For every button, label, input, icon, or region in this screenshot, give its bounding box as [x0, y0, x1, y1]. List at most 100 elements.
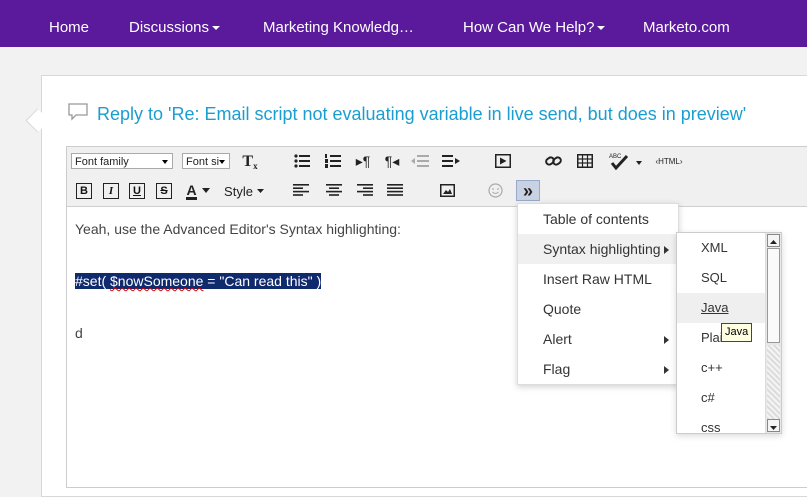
- ltr-icon: ▸¶: [355, 152, 371, 169]
- submenu-scrollbar[interactable]: [765, 233, 781, 433]
- editor-toolbar: [67, 147, 807, 207]
- insert-table-button[interactable]: [576, 153, 594, 169]
- table-icon: [577, 154, 593, 168]
- submenu-item-xml[interactable]: XML: [677, 233, 765, 263]
- bold-button[interactable]: B: [76, 183, 92, 199]
- nav-marketing-label: Marketing Knowledg…: [263, 19, 414, 36]
- selected-code: #set( $nowSomeone = "Can read this" ): [75, 273, 322, 289]
- bullet-list-button[interactable]: [293, 153, 311, 169]
- more-options-button[interactable]: »: [516, 180, 540, 201]
- clear-format-sub: x: [253, 161, 258, 171]
- svg-text:ABC: ABC: [609, 154, 622, 160]
- chevron-right-icon: [664, 336, 669, 344]
- reply-title: Reply to 'Re: Email script not evaluatin…: [97, 104, 747, 124]
- menu-item-alert[interactable]: Alert: [518, 324, 678, 354]
- clear-format-glyph: T: [242, 153, 254, 170]
- code-prefix: #set(: [75, 273, 111, 289]
- submenu-item-cpp[interactable]: c++: [677, 353, 765, 383]
- spellcheck-icon: ABC: [609, 154, 642, 171]
- nav-marketo-label: Marketo.com: [643, 19, 730, 36]
- align-right-button[interactable]: [357, 183, 373, 197]
- html-source-label: ‹HTML›: [655, 156, 683, 166]
- style-label: Style: [224, 183, 253, 199]
- scroll-thumb[interactable]: [767, 248, 780, 343]
- speech-bubble-icon: [68, 103, 88, 121]
- font-color-button[interactable]: A: [184, 181, 212, 201]
- nav-help-label: How Can We Help?: [463, 19, 595, 36]
- ltr-button[interactable]: ▸¶: [353, 153, 373, 169]
- bullet-list-icon: [294, 154, 310, 168]
- nav-discussions-label: Discussions: [129, 19, 210, 36]
- font-family-select[interactable]: Font family: [71, 153, 173, 169]
- chevron-right-icon: [664, 366, 669, 374]
- outdent-icon: [411, 155, 429, 167]
- align-center-button[interactable]: [326, 183, 342, 197]
- emoji-icon: [487, 182, 503, 198]
- chevron-right-icon: [664, 246, 669, 254]
- rtl-button[interactable]: ¶◂: [382, 153, 402, 169]
- scroll-up-button[interactable]: [767, 234, 780, 247]
- clear-formatting-button[interactable]: Tx: [241, 153, 259, 171]
- chevron-down-icon: [597, 26, 606, 30]
- arrow-down-icon: [770, 426, 777, 430]
- nav-discussions[interactable]: Discussions: [129, 0, 221, 47]
- indent-icon: [442, 155, 460, 167]
- nav-marketo-com[interactable]: Marketo.com: [643, 0, 730, 47]
- chevron-down-icon: [201, 188, 210, 193]
- menu-item-syntax-highlighting[interactable]: Syntax highlighting: [518, 234, 678, 264]
- rtl-icon: ¶◂: [384, 152, 400, 169]
- emoji-button[interactable]: [487, 182, 503, 198]
- image-icon: [439, 183, 455, 197]
- code-suffix: = "Can read this" ): [203, 273, 322, 289]
- editor-line-1: Yeah, use the Advanced Editor's Syntax h…: [75, 221, 401, 237]
- align-left-button[interactable]: [293, 183, 309, 197]
- nav-marketing-knowledge[interactable]: Marketing Knowledg…: [263, 0, 414, 47]
- outdent-button[interactable]: [410, 153, 430, 169]
- menu-item-label: Quote: [543, 301, 582, 317]
- align-right-icon: [357, 184, 373, 196]
- numbered-list-button[interactable]: [324, 153, 342, 169]
- html-source-button[interactable]: ‹HTML›: [652, 153, 686, 169]
- spellcheck-button[interactable]: ABC: [607, 151, 645, 171]
- insert-link-button[interactable]: [545, 153, 563, 169]
- scroll-track[interactable]: [767, 345, 780, 419]
- dropdown-arrow-icon: [219, 160, 225, 164]
- style-dropdown[interactable]: Style: [222, 182, 266, 200]
- menu-item-label: Table of contents: [543, 211, 649, 227]
- font-family-value: Font family: [75, 156, 129, 168]
- insert-video-button[interactable]: [494, 153, 512, 169]
- menu-item-label: Insert Raw HTML: [543, 271, 652, 287]
- indent-button[interactable]: [441, 153, 461, 169]
- menu-item-label: Alert: [543, 331, 572, 347]
- numbered-list-icon: [325, 154, 341, 168]
- insert-image-button[interactable]: [439, 183, 455, 197]
- double-chevron-right-icon: »: [522, 180, 533, 201]
- dropdown-arrow-icon: [162, 160, 168, 164]
- submenu-item-java[interactable]: Java: [677, 293, 765, 323]
- strikethrough-button[interactable]: S: [156, 183, 172, 199]
- align-center-icon: [326, 184, 342, 196]
- align-left-icon: [293, 184, 309, 196]
- submenu-item-csharp[interactable]: c#: [677, 383, 765, 413]
- nav-how-can-we-help[interactable]: How Can We Help?: [463, 0, 606, 47]
- scroll-down-button[interactable]: [767, 419, 780, 432]
- menu-item-quote[interactable]: Quote: [518, 294, 678, 324]
- menu-item-label: Flag: [543, 361, 571, 377]
- italic-button[interactable]: I: [103, 183, 119, 199]
- misspelled-word: $nowSomeone: [110, 273, 204, 289]
- video-icon: [495, 154, 511, 168]
- hover-tooltip: Java: [721, 323, 753, 342]
- menu-item-flag[interactable]: Flag: [518, 354, 678, 384]
- font-color-glyph: A: [186, 181, 197, 200]
- submenu-item-css[interactable]: css: [677, 413, 765, 433]
- more-options-menu: Table of contents Syntax highlighting In…: [517, 203, 679, 385]
- menu-item-insert-raw-html[interactable]: Insert Raw HTML: [518, 264, 678, 294]
- menu-item-table-of-contents[interactable]: Table of contents: [518, 204, 678, 234]
- nav-home[interactable]: Home: [49, 0, 89, 47]
- align-justify-button[interactable]: [387, 183, 403, 197]
- top-nav-bar: Home Discussions Marketing Knowledg… How…: [0, 0, 807, 47]
- font-size-select[interactable]: Font si: [182, 153, 230, 169]
- submenu-item-sql[interactable]: SQL: [677, 263, 765, 293]
- chevron-down-icon: [212, 26, 221, 30]
- underline-button[interactable]: U: [129, 183, 145, 199]
